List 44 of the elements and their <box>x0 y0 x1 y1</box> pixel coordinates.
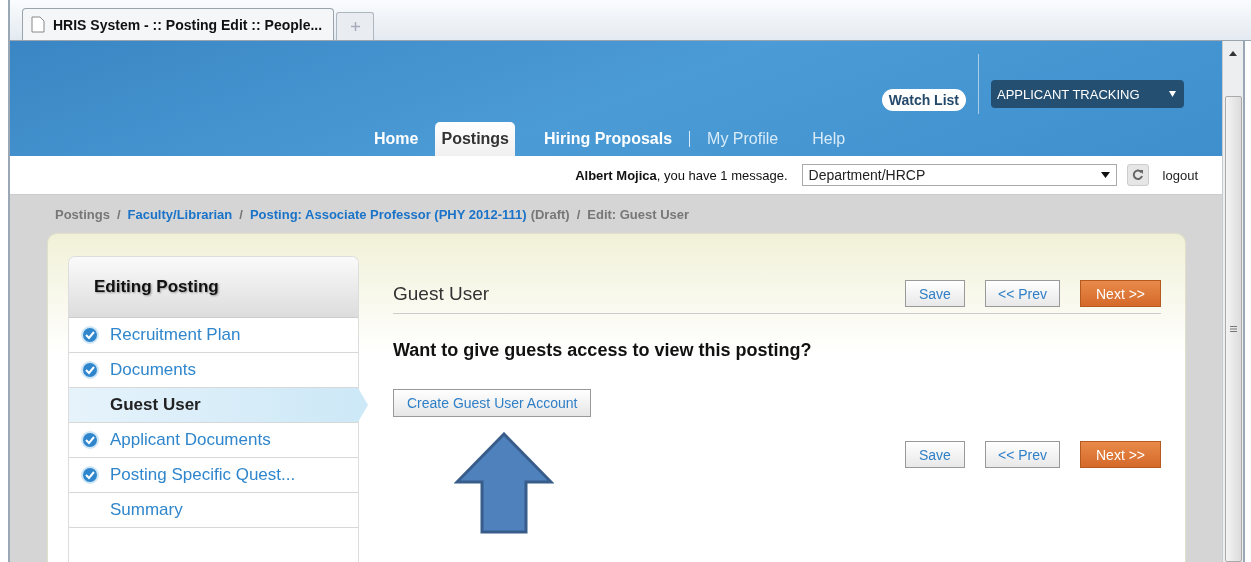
refresh-button[interactable] <box>1126 164 1149 186</box>
scrollbar[interactable] <box>1222 41 1243 562</box>
nav-tab[interactable]: Postings <box>435 122 515 156</box>
product-select[interactable]: APPLICANT TRACKING <box>991 80 1184 108</box>
logout-link[interactable]: logout <box>1162 167 1198 183</box>
breadcrumb-separator: / <box>239 206 243 222</box>
section-title: Guest User <box>393 282 490 305</box>
action-button[interactable]: << Prev <box>984 441 1060 468</box>
action-button[interactable]: Save <box>904 280 965 307</box>
dropdown-caret-icon <box>1100 172 1110 178</box>
scroll-up-icon <box>1229 51 1237 56</box>
sidebar-title: Editing Posting <box>69 257 358 318</box>
browser-tab[interactable]: HRIS System - :: Posting Edit :: People... <box>22 8 334 40</box>
action-button[interactable]: Save <box>904 441 965 468</box>
grip-icon <box>1229 326 1237 332</box>
welcome-message: Albert Mojica, you have 1 message. <box>575 167 788 183</box>
plus-icon <box>350 22 360 31</box>
up-arrow-icon <box>454 432 554 534</box>
refresh-icon <box>1131 169 1144 181</box>
breadcrumb-separator: / <box>116 206 121 222</box>
breadcrumb-link[interactable]: Posting: Associate Professor (PHY 2012-111) <box>249 206 527 222</box>
breadcrumb-text: Edit: Guest User <box>587 206 690 222</box>
watch-list-button[interactable]: Watch List <box>881 89 966 111</box>
breadcrumb-link[interactable]: Faculty/Librarian <box>127 206 233 222</box>
checkmark-icon <box>80 465 100 485</box>
nav-tab[interactable]: Hiring Proposals <box>527 122 690 156</box>
nav-tab[interactable]: My Profile <box>690 122 796 156</box>
dropdown-caret-icon <box>1169 91 1176 97</box>
checkmark-icon <box>80 325 100 345</box>
department-select[interactable]: Department/HRCP <box>801 164 1117 186</box>
question-text: Want to give guests access to view this posting? <box>393 340 813 361</box>
next-button[interactable]: Next >> <box>1080 280 1161 307</box>
checkmark-icon <box>80 360 100 380</box>
next-button[interactable]: Next >> <box>1080 441 1161 468</box>
breadcrumb-text: Postings <box>55 206 110 222</box>
nav-tab[interactable]: Home <box>357 122 436 156</box>
breadcrumb-separator: / <box>576 206 581 222</box>
action-button[interactable]: << Prev <box>984 280 1060 307</box>
create-account-button[interactable]: Create Guest User Account <box>393 389 592 417</box>
new-tab-button[interactable] <box>336 12 374 40</box>
nav-tab[interactable]: Help <box>795 122 863 156</box>
breadcrumb-text: (Draft) <box>530 206 570 222</box>
page-icon <box>31 16 45 33</box>
checkmark-icon <box>80 430 100 450</box>
